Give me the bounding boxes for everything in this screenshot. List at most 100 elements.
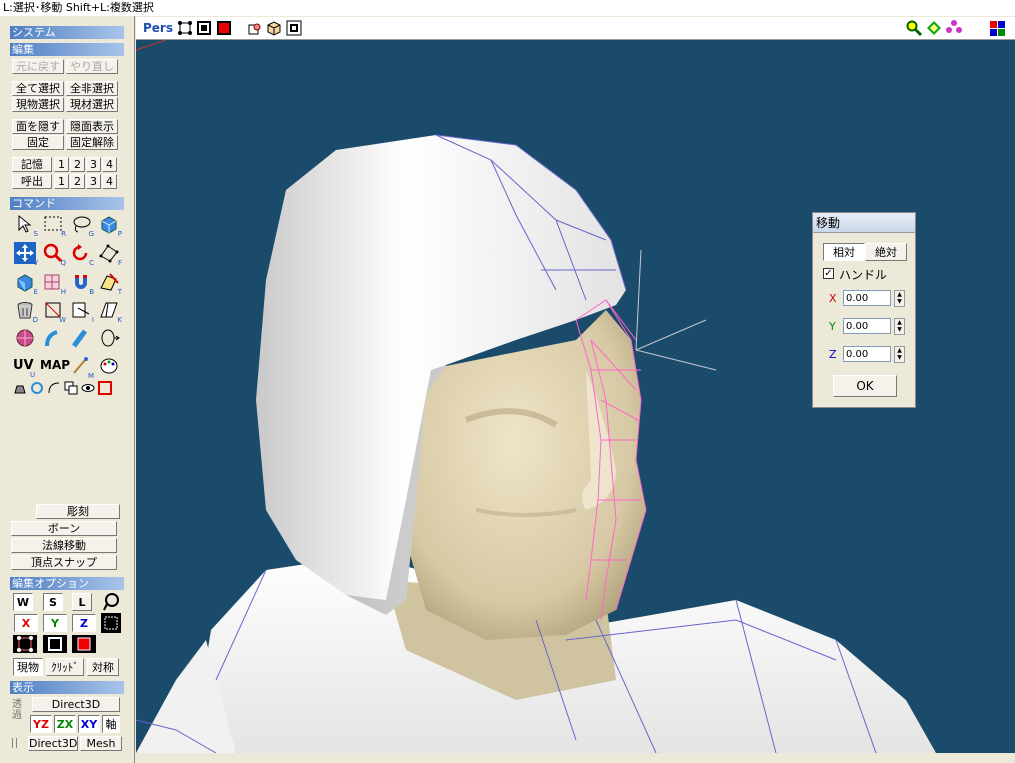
handle-checkbox[interactable]: ✓ (823, 268, 834, 279)
sculpt-button[interactable]: 彫刻 (36, 504, 120, 519)
insert-tool-icon[interactable]: I (70, 299, 94, 324)
move-handle[interactable] (635, 249, 717, 371)
move-dialog-title[interactable]: 移動 (813, 213, 915, 233)
deselect-all-button[interactable]: 全非選択 (66, 81, 118, 96)
view-yz-button[interactable]: YZ (30, 715, 52, 733)
bone-button[interactable]: ボーン (11, 521, 117, 536)
ok-button[interactable]: OK (833, 375, 897, 397)
face-tool-icon[interactable]: F (98, 242, 122, 267)
wire-display-icon[interactable] (196, 20, 212, 36)
curve-icon[interactable] (47, 381, 61, 395)
z-spinner[interactable]: ▲ ▼ (894, 346, 905, 363)
section-edit-option-header[interactable]: 編集オプション (10, 577, 124, 590)
sphere-tool-icon[interactable] (14, 327, 36, 349)
lasso-option-icon[interactable] (101, 592, 121, 612)
lasso-select-icon[interactable]: G (70, 213, 94, 238)
axis-z-toggle[interactable]: Z (72, 614, 96, 632)
section-display-header[interactable]: 表示 (10, 681, 124, 694)
face-mode-icon[interactable] (72, 635, 96, 653)
normal-move-button[interactable]: 法線移動 (11, 538, 117, 553)
local-space-button[interactable]: L (72, 593, 92, 611)
transparent-toggle[interactable]: 透過 (12, 699, 24, 721)
ring-icon[interactable] (30, 381, 44, 395)
axis-x-toggle[interactable]: X (14, 614, 38, 632)
face-display-icon[interactable] (216, 20, 232, 36)
rotate-axis-icon[interactable] (98, 327, 120, 349)
zoom-view-icon[interactable] (906, 20, 922, 36)
lock-view-icon[interactable] (247, 20, 263, 36)
pan-view-icon[interactable] (926, 20, 942, 36)
y-value-input[interactable]: 0.00 (843, 318, 891, 334)
zoom-tool-icon[interactable]: Q (42, 242, 66, 267)
splitter-handle[interactable] (12, 738, 17, 748)
delete-tool-icon[interactable]: D (14, 299, 38, 324)
projection-mode[interactable]: Pers (143, 21, 173, 35)
magnet-tool-icon[interactable]: B (70, 271, 94, 296)
cube-view-icon[interactable] (266, 20, 282, 36)
recall-button[interactable]: 呼出 (12, 174, 52, 189)
memory-slot-1[interactable]: 1 (54, 157, 69, 172)
rotate-view-icon[interactable] (946, 20, 962, 36)
show-hidden-button[interactable]: 隠面表示 (66, 119, 118, 134)
rotate-tool-icon[interactable]: C (70, 242, 94, 267)
twist-tool-icon[interactable]: T (98, 271, 122, 296)
memory-button[interactable]: 記憶 (12, 157, 52, 172)
paint-pen-icon[interactable]: M (70, 355, 94, 380)
screen-space-button[interactable]: S (43, 593, 63, 611)
bottom-renderer-button[interactable]: Direct3D (28, 736, 78, 751)
palette-icon[interactable] (98, 355, 120, 377)
recall-slot-4[interactable]: 4 (102, 174, 117, 189)
vertex-display-icon[interactable] (177, 20, 193, 36)
section-command-header[interactable]: コマンド (10, 197, 124, 210)
tab-absolute[interactable]: 絶対 (865, 243, 907, 261)
copy-icon[interactable] (64, 381, 78, 395)
grid-toggle[interactable]: ｸﾘｯﾄﾞ (46, 658, 84, 676)
memory-slot-4[interactable]: 4 (102, 157, 117, 172)
unfix-button[interactable]: 固定解除 (66, 135, 118, 150)
frame-icon[interactable] (98, 381, 112, 395)
eye-icon[interactable] (81, 381, 95, 395)
mesh-button[interactable]: Mesh (80, 736, 122, 751)
select-tool-icon[interactable]: S (14, 213, 38, 238)
extrude-tool-icon[interactable]: E (14, 271, 38, 296)
x-spinner[interactable]: ▲ ▼ (894, 290, 905, 307)
hide-face-button[interactable]: 面を隠す (12, 119, 64, 134)
redo-button[interactable]: やり直し (66, 59, 118, 74)
tab-relative[interactable]: 相対 (823, 243, 865, 261)
screen-view-icon[interactable] (286, 20, 302, 36)
bend-tool-icon[interactable] (42, 327, 64, 349)
axis-display-toggle[interactable]: 軸 (102, 715, 120, 733)
select-current-material-button[interactable]: 現材選択 (66, 97, 118, 112)
z-value-input[interactable]: 0.00 (843, 346, 891, 362)
taper-tool-icon[interactable] (70, 327, 92, 349)
weld-tool-icon[interactable]: W (42, 299, 66, 324)
recall-slot-1[interactable]: 1 (54, 174, 69, 189)
map-tool[interactable]: MAP (40, 358, 70, 372)
move-tool-icon[interactable]: V (14, 242, 38, 267)
memory-slot-3[interactable]: 3 (86, 157, 101, 172)
recall-slot-3[interactable]: 3 (86, 174, 101, 189)
memory-slot-2[interactable]: 2 (70, 157, 85, 172)
object-select-icon[interactable]: P (98, 213, 122, 238)
color-view-icon[interactable] (990, 21, 1005, 36)
select-current-object-button[interactable]: 現物選択 (12, 97, 64, 112)
axis-y-toggle[interactable]: Y (43, 614, 67, 632)
world-space-button[interactable]: W (13, 593, 33, 611)
knife-cut-icon[interactable]: K (98, 299, 122, 324)
current-object-toggle[interactable]: 現物 (13, 658, 43, 676)
x-value-input[interactable]: 0.00 (843, 290, 891, 306)
knife-tool-icon[interactable]: H (42, 271, 66, 296)
symmetry-toggle[interactable]: 対称 (87, 658, 119, 676)
undo-button[interactable]: 元に戻す (12, 59, 64, 74)
rect-select-icon[interactable]: R (42, 213, 66, 238)
vertex-mode-icon[interactable] (13, 635, 37, 653)
section-system-header[interactable]: システム (10, 26, 124, 39)
view-xy-button[interactable]: XY (78, 715, 100, 733)
y-spinner[interactable]: ▲ ▼ (894, 318, 905, 335)
renderer-button[interactable]: Direct3D (32, 697, 120, 712)
weight-icon[interactable] (13, 381, 27, 395)
view-zx-button[interactable]: ZX (54, 715, 76, 733)
fix-button[interactable]: 固定 (12, 135, 64, 150)
edge-mode-icon[interactable] (43, 635, 67, 653)
vertex-snap-button[interactable]: 頂点スナップ (11, 555, 117, 570)
